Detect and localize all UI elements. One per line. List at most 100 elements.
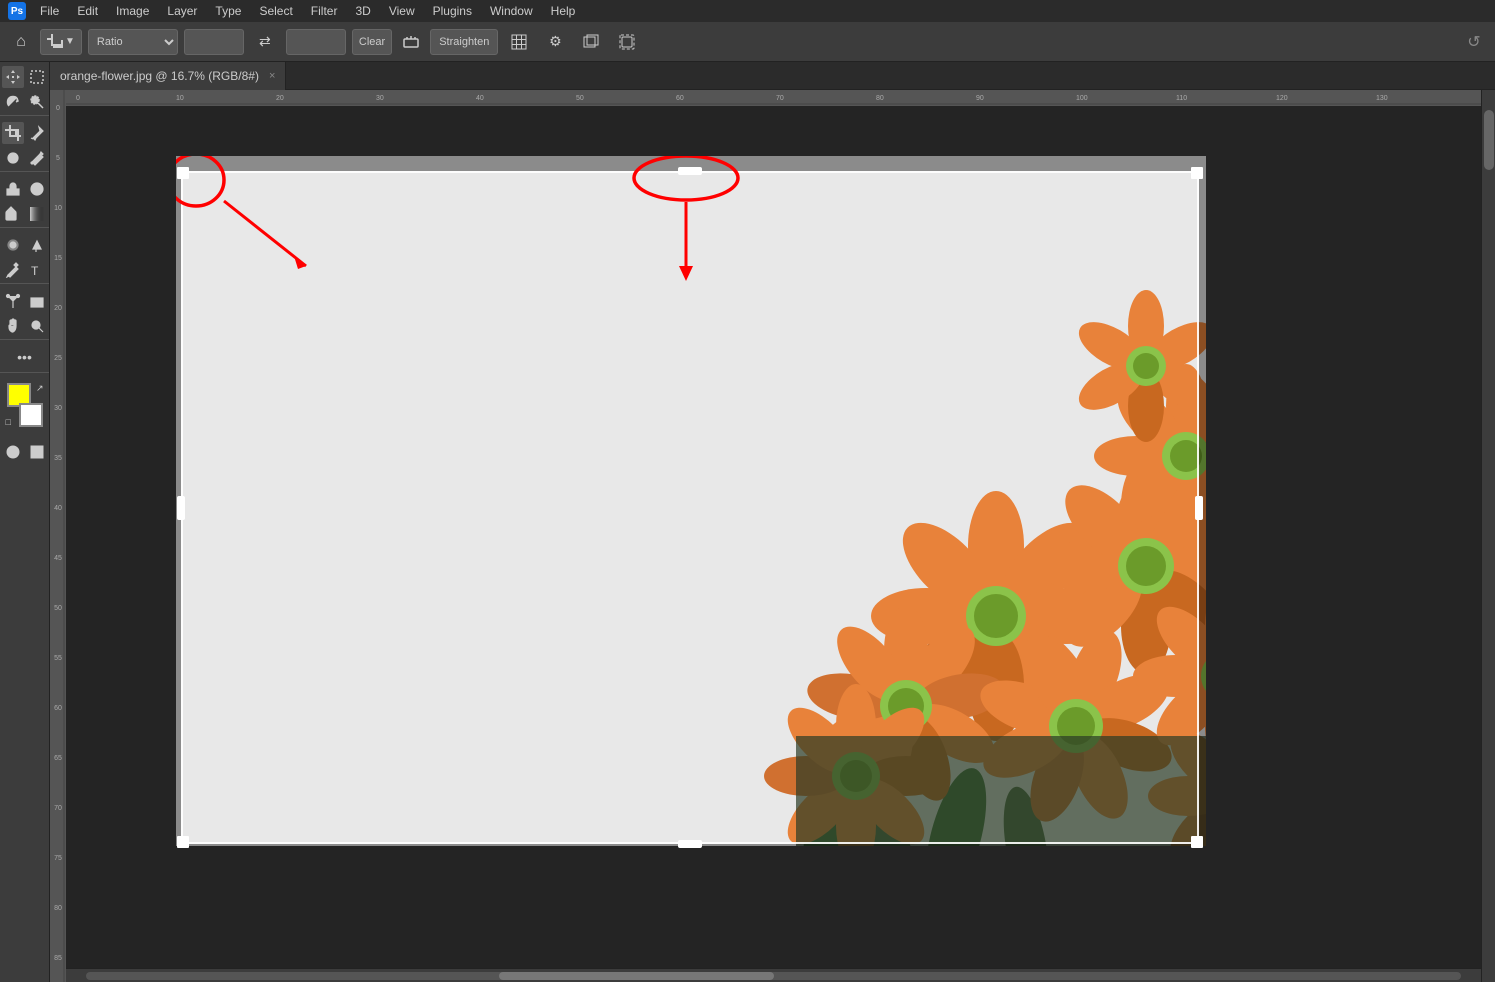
crop-handle-top-right[interactable] [1191,167,1203,179]
svg-text:120: 120 [1276,95,1288,102]
svg-text:20: 20 [276,95,284,102]
svg-text:15: 15 [54,255,62,262]
eraser-tool[interactable] [2,203,24,225]
crop-tool-button[interactable]: ▼ [40,29,82,55]
ps-logo: Ps [8,2,26,20]
pen-tool[interactable] [2,259,24,281]
svg-text:50: 50 [54,605,62,612]
straighten-button[interactable]: Straighten [430,29,498,55]
svg-text:30: 30 [54,405,62,412]
main-layout: T ••• ↗ □ [0,62,1495,982]
shape-tool[interactable] [26,290,48,312]
menu-edit[interactable]: Edit [69,2,106,20]
right-scrollbar [1481,90,1495,982]
swap-dimensions-button[interactable]: ⇄ [250,29,280,55]
menu-select[interactable]: Select [251,2,300,20]
more-tools-button[interactable]: ••• [14,346,36,368]
text-tool[interactable]: T [26,259,48,281]
straighten-sample-button[interactable] [398,29,424,55]
crop-border [181,171,1199,844]
path-select-tool[interactable] [2,290,24,312]
menu-3d[interactable]: 3D [347,2,378,20]
bottom-scrollbar-track[interactable] [86,972,1461,980]
move-tool[interactable] [2,66,24,88]
menu-view[interactable]: View [381,2,423,20]
blur-tool[interactable] [2,234,24,256]
tab-bar: orange-flower.jpg @ 16.7% (RGB/8#) × [50,62,1495,90]
marquee-tool[interactable] [26,66,48,88]
bottom-scrollbar [66,968,1481,982]
hand-tool[interactable] [2,315,24,337]
history-brush-tool[interactable] [26,178,48,200]
menu-file[interactable]: File [32,2,67,20]
brush-tool[interactable] [26,147,48,169]
background-color[interactable] [19,403,43,427]
svg-text:130: 130 [1376,95,1388,102]
toggle-channels[interactable] [2,441,24,463]
svg-text:100: 100 [1076,95,1088,102]
svg-text:5: 5 [56,155,60,162]
toggle-frame[interactable] [26,441,48,463]
svg-text:0: 0 [56,105,60,112]
menu-image[interactable]: Image [108,2,157,20]
menu-type[interactable]: Type [207,2,249,20]
svg-text:30: 30 [376,95,384,102]
crop-overlay-button[interactable] [576,29,606,55]
svg-text:90: 90 [976,95,984,102]
color-swatches: ↗ □ [3,383,47,427]
content-aware-button[interactable] [612,29,642,55]
menu-bar: Ps File Edit Image Layer Type Select Fil… [0,0,1495,22]
crop-handle-bottom-right[interactable] [1191,836,1203,848]
crop-tool[interactable] [2,122,24,144]
gradient-tool[interactable] [26,203,48,225]
menu-filter[interactable]: Filter [303,2,346,20]
crop-handle-bottom-left[interactable] [177,836,189,848]
dodge-tool[interactable] [26,234,48,256]
tab-close-button[interactable]: × [269,70,275,82]
menu-plugins[interactable]: Plugins [425,2,480,20]
lasso-tool[interactable] [2,91,24,113]
grid-overlay-button[interactable] [504,29,534,55]
stamp-tool[interactable] [2,178,24,200]
height-input[interactable] [286,29,346,55]
crop-settings-button[interactable]: ⚙ [540,29,570,55]
svg-text:110: 110 [1176,95,1187,102]
undo-button[interactable]: ↺ [1461,29,1487,55]
clear-button[interactable]: Clear [352,29,392,55]
switch-colors-icon[interactable]: ↗ [36,383,44,394]
horizontal-ruler: 0 10 20 30 40 50 60 70 80 90 100 110 [66,90,1481,106]
quick-select-tool[interactable] [26,91,48,113]
svg-text:70: 70 [54,805,62,812]
svg-text:45: 45 [54,555,62,562]
bottom-scrollbar-thumb[interactable] [499,972,774,980]
canvas-document[interactable] [176,156,1206,846]
canvas-workspace [66,106,1481,968]
reset-colors-icon[interactable]: □ [6,417,11,427]
svg-text:50: 50 [576,95,584,102]
eyedropper-tool[interactable] [26,122,48,144]
svg-text:10: 10 [54,205,62,212]
vertical-ruler: 0 5 10 15 20 25 30 35 40 45 50 55 60 65 … [50,90,66,982]
crop-handle-bottom-center[interactable] [678,840,702,848]
svg-text:25: 25 [54,355,62,362]
right-scrollbar-thumb[interactable] [1484,110,1494,170]
menu-help[interactable]: Help [543,2,584,20]
spot-heal-tool[interactable] [2,147,24,169]
svg-text:T: T [31,264,39,278]
tab-label: orange-flower.jpg @ 16.7% (RGB/8#) [60,69,259,83]
crop-handle-middle-right[interactable] [1195,496,1203,520]
zoom-tool[interactable] [26,315,48,337]
ruler-and-canvas: 0 5 10 15 20 25 30 35 40 45 50 55 60 65 … [50,90,1495,982]
svg-text:0: 0 [76,95,80,102]
menu-window[interactable]: Window [482,2,541,20]
crop-handle-top-left[interactable] [177,167,189,179]
ratio-dropdown[interactable]: Ratio [88,29,178,55]
crop-handle-top-center[interactable] [678,167,702,175]
home-button[interactable]: ⌂ [8,29,34,55]
left-toolbar: T ••• ↗ □ [0,62,50,982]
width-input[interactable] [184,29,244,55]
menu-layer[interactable]: Layer [159,2,205,20]
annotations-overlay [176,156,1206,846]
crop-handle-middle-left[interactable] [177,496,185,520]
document-tab[interactable]: orange-flower.jpg @ 16.7% (RGB/8#) × [50,62,286,90]
